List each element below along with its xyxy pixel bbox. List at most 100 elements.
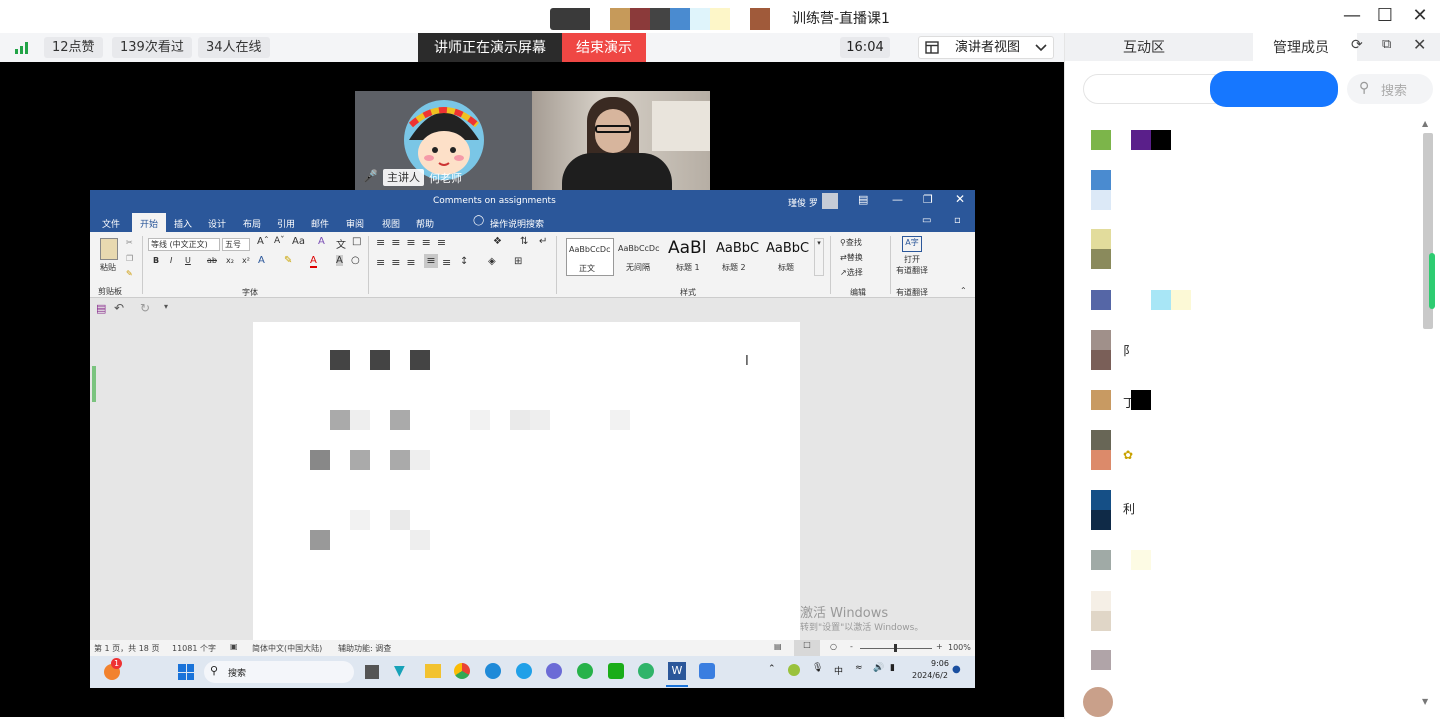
ribbon-display-icon[interactable]: ▤ [858, 193, 868, 206]
font-color-icon[interactable]: A [310, 255, 317, 268]
app-icon[interactable] [546, 663, 562, 679]
chrome-icon[interactable] [454, 663, 470, 679]
style-title[interactable]: AaBbC 标题 [764, 238, 812, 276]
sort-icon[interactable]: ⇅ [520, 236, 528, 247]
translate-open[interactable]: 打开 [904, 254, 920, 265]
minimize-icon[interactable]: — [1339, 4, 1365, 28]
read-mode-icon[interactable]: ▤ [774, 642, 782, 651]
close-icon[interactable]: ✕ [1407, 4, 1433, 28]
style-heading2[interactable]: AaBbC 标题 2 [714, 238, 760, 276]
member-avatar[interactable] [1091, 170, 1111, 190]
tab-home[interactable]: 开始 [132, 213, 166, 232]
font-size-select[interactable]: 五号 [222, 238, 250, 251]
select-button[interactable]: ↗选择 [840, 267, 863, 278]
refresh-icon[interactable]: ⟳ [1351, 37, 1363, 53]
styles-scroll[interactable]: ▾ [814, 238, 824, 276]
show-marks-icon[interactable]: ↵ [539, 236, 547, 247]
app-icon[interactable]: ▼ [394, 663, 405, 679]
member-search-input[interactable]: ⚲ 搜索 [1347, 74, 1433, 104]
style-no-spacing[interactable]: AaBbCcDc 无间隔 [616, 238, 664, 276]
ie-icon[interactable] [516, 663, 532, 679]
paste-icon[interactable] [100, 238, 118, 260]
wechat-icon[interactable] [638, 663, 654, 679]
notification-bell-icon[interactable]: ● [952, 664, 961, 675]
char-border-icon[interactable]: □ [352, 236, 361, 247]
save-icon[interactable]: ▤ [96, 302, 106, 315]
meeting-app-icon[interactable] [699, 663, 715, 679]
redo-icon[interactable]: ↻ [140, 301, 150, 315]
tab-review[interactable]: 审阅 [346, 217, 364, 230]
print-layout-icon[interactable]: □ [794, 640, 820, 656]
member-avatar[interactable] [1091, 290, 1111, 310]
member-avatar[interactable] [1091, 390, 1111, 410]
format-painter-icon[interactable]: ✎ [126, 269, 133, 278]
phonetic-icon[interactable]: 文 [336, 236, 346, 251]
enclose-char-icon[interactable]: ○ [351, 255, 360, 266]
translate-icon[interactable]: A字 [902, 236, 922, 252]
end-presentation-button[interactable]: 结束演示 [562, 33, 646, 62]
underline-icon[interactable]: U [185, 256, 191, 265]
mic-tray-icon[interactable]: 🎙 [812, 663, 823, 673]
taskbar-date[interactable]: 2024/6/2 [912, 671, 948, 680]
text-effects-icon[interactable]: A [258, 255, 265, 266]
tab-mailings[interactable]: 邮件 [311, 217, 329, 230]
zoom-out-icon[interactable]: - [850, 642, 853, 651]
tab-layout[interactable]: 布局 [243, 217, 261, 230]
wechat-work-icon[interactable] [608, 663, 624, 679]
tab-file[interactable]: 文件 [102, 217, 120, 230]
shrink-font-icon[interactable]: Aˇ [274, 236, 285, 246]
member-avatar[interactable] [1091, 330, 1111, 350]
tab-interaction[interactable]: 互动区 [1123, 37, 1165, 57]
shading-icon[interactable]: ◈ [488, 256, 496, 267]
member-avatar[interactable] [1083, 687, 1113, 717]
tell-me-search[interactable]: 操作说明搜索 [490, 217, 544, 230]
zoom-level[interactable]: 100% [948, 643, 971, 652]
customize-qat-icon[interactable]: ▾ [164, 302, 168, 311]
word-close-icon[interactable]: ✕ [955, 192, 965, 206]
member-avatar[interactable] [1091, 650, 1111, 670]
distribute-icon[interactable]: ≡ [442, 256, 451, 269]
tab-design[interactable]: 设计 [208, 217, 226, 230]
tab-references[interactable]: 引用 [277, 217, 295, 230]
comments-icon[interactable]: ▭ [922, 215, 931, 226]
taskbar-time[interactable]: 9:06 [931, 659, 949, 668]
borders-icon[interactable]: ⊞ [514, 256, 522, 267]
edge-icon[interactable] [485, 663, 501, 679]
app-icon[interactable] [577, 663, 593, 679]
word-minimize-icon[interactable]: — [892, 193, 903, 206]
italic-icon[interactable]: I [170, 256, 172, 265]
list-icons[interactable]: ≡≡≡≡≡ [376, 236, 452, 249]
volume-icon[interactable]: 🔊 [873, 663, 884, 673]
member-avatar[interactable] [1091, 229, 1111, 249]
find-button[interactable]: ⚲查找 [840, 237, 862, 248]
windows-start-icon[interactable] [178, 664, 194, 680]
word-restore-icon[interactable]: ❐ [923, 193, 933, 206]
style-heading1[interactable]: AaBl 标题 1 [666, 238, 712, 276]
member-avatar[interactable] [1091, 490, 1111, 510]
member-avatar[interactable] [1091, 591, 1111, 611]
member-avatar[interactable] [1091, 550, 1111, 570]
chinese-layout-icon[interactable]: ❖ [493, 236, 502, 247]
web-layout-icon[interactable]: ○ [830, 642, 837, 651]
clear-format-icon[interactable]: A [318, 236, 325, 247]
highlight-icon[interactable]: ✎ [284, 255, 292, 266]
share-icon[interactable]: ▫ [954, 215, 961, 226]
panel-close-icon[interactable]: ✕ [1413, 35, 1426, 54]
cut-icon[interactable]: ✂ [126, 238, 133, 247]
battery-icon[interactable]: ▮ [890, 663, 895, 673]
collapse-ribbon-icon[interactable]: ⌃ [960, 286, 967, 295]
superscript-icon[interactable]: x² [242, 256, 250, 265]
view-mode-select[interactable]: 演讲者视图 [918, 36, 1054, 59]
justify-icon[interactable]: ≡ [424, 254, 438, 268]
ime-indicator[interactable]: 中 [834, 664, 843, 677]
font-name-select[interactable]: 等线 (中文正文) [148, 238, 220, 251]
tab-manage-members[interactable]: 管理成员 [1253, 33, 1357, 61]
taskbar-search[interactable]: ⚲ 搜索 [204, 661, 354, 683]
grow-font-icon[interactable]: Aˆ [257, 236, 269, 247]
bold-icon[interactable]: B [153, 256, 159, 265]
tab-help[interactable]: 帮助 [416, 217, 434, 230]
translate-label[interactable]: 有道翻译 [896, 265, 928, 276]
undo-icon[interactable]: ↶ [114, 301, 124, 315]
align-icons[interactable]: ≡≡≡ [376, 256, 422, 269]
popout-icon[interactable]: ⧉ [1382, 37, 1391, 52]
